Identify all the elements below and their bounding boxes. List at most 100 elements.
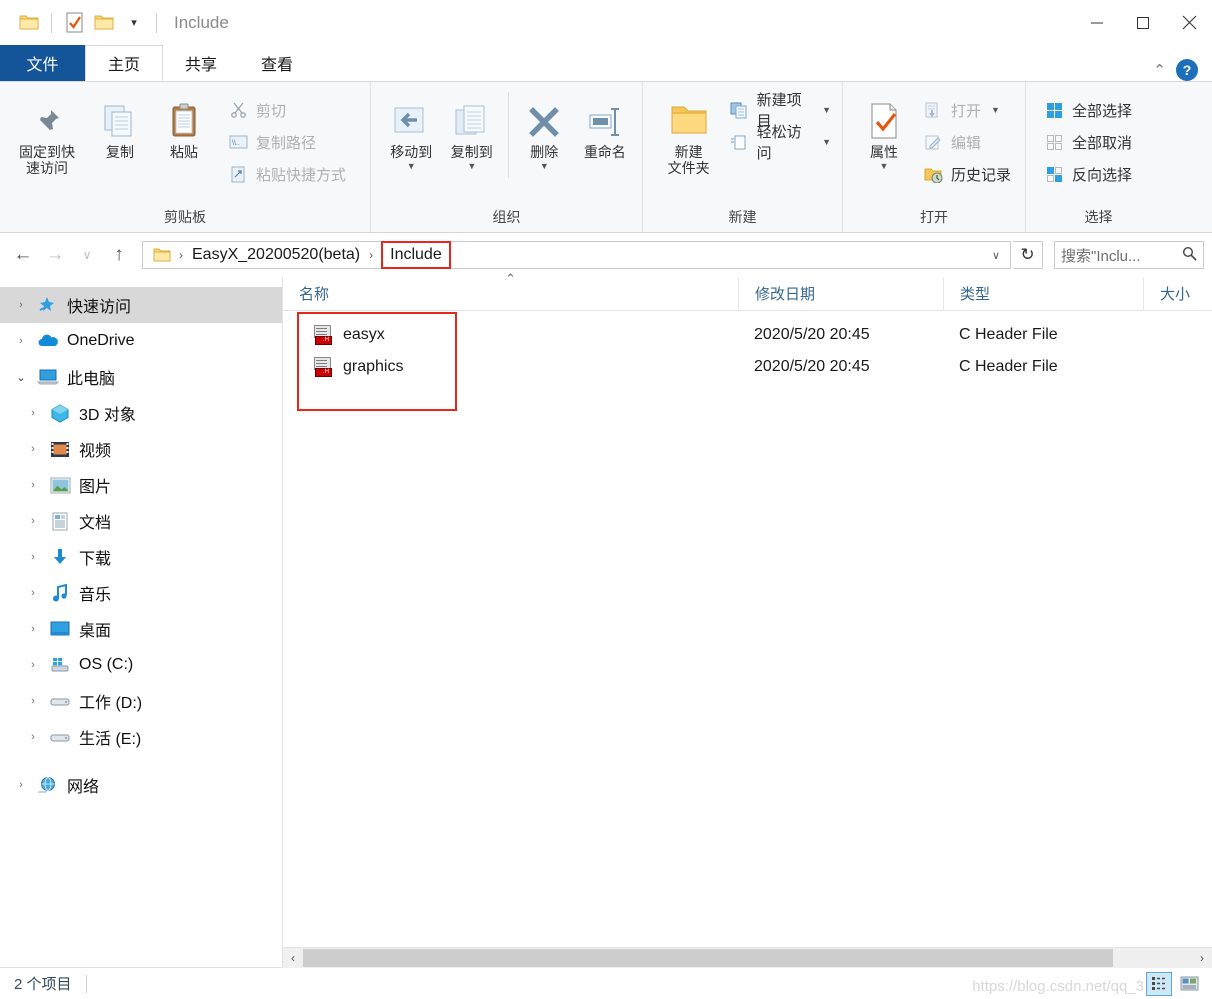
sidebar-item-documents[interactable]: › 文档: [0, 503, 282, 539]
sidebar-item-life-drive[interactable]: › 生活 (E:): [0, 719, 282, 755]
delete-button[interactable]: 删除 ▼: [515, 92, 574, 175]
new-folder-button[interactable]: 新建 文件夹: [657, 92, 720, 180]
chevron-down-icon[interactable]: ▼: [822, 105, 831, 115]
sidebar-item-desktop[interactable]: › 桌面: [0, 611, 282, 647]
select-all-button[interactable]: 全部选择: [1038, 94, 1137, 126]
chevron-down-icon[interactable]: ▼: [991, 105, 1000, 115]
rename-button[interactable]: 重命名: [574, 92, 636, 164]
chevron-down-icon[interactable]: ▼: [467, 161, 476, 171]
sidebar-item-downloads[interactable]: › 下载: [0, 539, 282, 575]
breadcrumb-item-parent[interactable]: EasyX_20200520(beta): [187, 244, 365, 266]
paste-shortcut-button[interactable]: 粘贴快捷方式: [222, 158, 351, 190]
chevron-right-icon[interactable]: ›: [8, 779, 34, 791]
up-button[interactable]: ↑: [104, 240, 134, 270]
chevron-down-icon[interactable]: ⌄: [8, 371, 34, 384]
new-folder-icon[interactable]: [89, 8, 119, 38]
scrollbar-track[interactable]: [303, 947, 1192, 968]
help-icon[interactable]: ?: [1176, 59, 1198, 81]
chevron-down-icon[interactable]: ∨: [984, 249, 1008, 262]
chevron-right-icon[interactable]: ›: [8, 299, 34, 311]
copy-to-button[interactable]: 复制到 ▼: [442, 92, 503, 175]
column-header-size[interactable]: 大小: [1143, 276, 1203, 311]
file-list: .H easyx 2020/5/20 20:45 C Header File .…: [283, 311, 1212, 947]
watermark-text: https://blog.csdn.net/qq_3: [972, 978, 1144, 995]
edit-label: 编辑: [951, 134, 982, 152]
chevron-down-icon[interactable]: ▼: [540, 161, 549, 171]
chevron-right-icon[interactable]: ›: [20, 551, 46, 563]
chevron-right-icon[interactable]: ›: [8, 335, 34, 347]
item-count-label: 2 个项目: [14, 976, 72, 993]
breadcrumb-separator[interactable]: ›: [367, 248, 375, 262]
properties-checkmark-icon[interactable]: [59, 8, 89, 38]
sidebar-item-os-drive[interactable]: › OS (C:): [0, 647, 282, 683]
scroll-right-arrow[interactable]: ›: [1192, 947, 1212, 968]
forward-button[interactable]: →: [40, 240, 70, 270]
chevron-right-icon[interactable]: ›: [20, 659, 46, 671]
chevron-right-icon[interactable]: ›: [20, 623, 46, 635]
address-bar[interactable]: › EasyX_20200520(beta) › Include ∨: [142, 241, 1011, 269]
easy-access-button[interactable]: 轻松访问 ▼: [724, 124, 836, 162]
sidebar-item-pictures[interactable]: › 图片: [0, 467, 282, 503]
ribbon-group-open: 属性 ▼ 打开 ▼ 编辑 历史记录 打开: [842, 82, 1025, 232]
sidebar-item-quick-access[interactable]: › 快速访问: [0, 287, 282, 323]
chevron-up-icon[interactable]: ⌃: [1153, 61, 1166, 79]
copy-button[interactable]: 复制: [88, 92, 152, 164]
move-to-button[interactable]: 移动到 ▼: [381, 92, 442, 175]
maximize-button[interactable]: [1120, 0, 1166, 45]
open-button[interactable]: 打开 ▼: [917, 94, 1016, 126]
sidebar-item-3d-objects[interactable]: › 3D 对象: [0, 395, 282, 431]
chevron-right-icon[interactable]: ›: [20, 479, 46, 491]
scroll-left-arrow[interactable]: ‹: [283, 947, 303, 968]
paste-button[interactable]: 粘贴: [152, 92, 216, 164]
edit-button[interactable]: 编辑: [917, 126, 1016, 158]
search-icon[interactable]: [1182, 246, 1197, 265]
properties-button[interactable]: 属性 ▼: [855, 92, 913, 175]
breadcrumb-separator[interactable]: ›: [177, 248, 185, 262]
invert-selection-button[interactable]: 反向选择: [1038, 158, 1137, 190]
column-header-name[interactable]: 名称 ⌃: [283, 271, 738, 311]
sidebar-item-network[interactable]: › 网络: [0, 767, 282, 803]
sidebar-item-this-pc[interactable]: ⌄ 此电脑: [0, 359, 282, 395]
column-header-type[interactable]: 类型: [943, 276, 1143, 311]
tab-share[interactable]: 共享: [163, 45, 239, 81]
chevron-down-icon[interactable]: ▼: [822, 137, 831, 147]
tab-file[interactable]: 文件: [0, 45, 85, 81]
scrollbar-thumb[interactable]: [303, 948, 1113, 967]
chevron-right-icon[interactable]: ›: [20, 695, 46, 707]
chevron-right-icon[interactable]: ›: [20, 407, 46, 419]
large-icons-view-button[interactable]: [1176, 972, 1202, 996]
folder-icon[interactable]: [14, 8, 44, 38]
chevron-down-icon[interactable]: ▼: [407, 161, 416, 171]
chevron-right-icon[interactable]: ›: [20, 587, 46, 599]
pin-to-quick-access-button[interactable]: 固定到快 速访问: [6, 92, 88, 180]
sidebar-item-music[interactable]: › 音乐: [0, 575, 282, 611]
select-none-button[interactable]: 全部取消: [1038, 126, 1137, 158]
back-button[interactable]: ←: [8, 240, 38, 270]
chevron-right-icon[interactable]: ›: [20, 443, 46, 455]
recent-locations-button[interactable]: ∨: [72, 240, 102, 270]
tab-home[interactable]: 主页: [85, 45, 164, 81]
folder-icon[interactable]: [149, 247, 175, 263]
search-input[interactable]: 搜索"Inclu...: [1054, 241, 1204, 269]
network-icon: [34, 774, 62, 796]
chevron-right-icon[interactable]: ›: [20, 515, 46, 527]
horizontal-scrollbar[interactable]: ‹ ›: [283, 947, 1212, 968]
chevron-down-icon[interactable]: ▼: [880, 161, 889, 171]
breadcrumb-item-current[interactable]: Include: [381, 241, 451, 269]
copy-path-button[interactable]: \\.. 复制路径: [222, 126, 351, 158]
close-button[interactable]: [1166, 0, 1212, 45]
tab-view[interactable]: 查看: [239, 45, 315, 81]
sidebar-item-videos[interactable]: › 视频: [0, 431, 282, 467]
delete-x-icon: [525, 96, 563, 140]
minimize-button[interactable]: [1074, 0, 1120, 45]
copy-path-label: 复制路径: [256, 134, 317, 152]
column-header-date[interactable]: 修改日期: [738, 276, 943, 311]
refresh-button[interactable]: ↻: [1013, 241, 1043, 269]
details-view-button[interactable]: [1146, 971, 1172, 996]
sidebar-item-onedrive[interactable]: › OneDrive: [0, 323, 282, 359]
sidebar-item-work-drive[interactable]: › 工作 (D:): [0, 683, 282, 719]
history-button[interactable]: 历史记录: [917, 158, 1016, 190]
customize-quick-access-button[interactable]: ▾: [119, 8, 149, 38]
chevron-right-icon[interactable]: ›: [20, 731, 46, 743]
cut-button[interactable]: 剪切: [222, 94, 351, 126]
